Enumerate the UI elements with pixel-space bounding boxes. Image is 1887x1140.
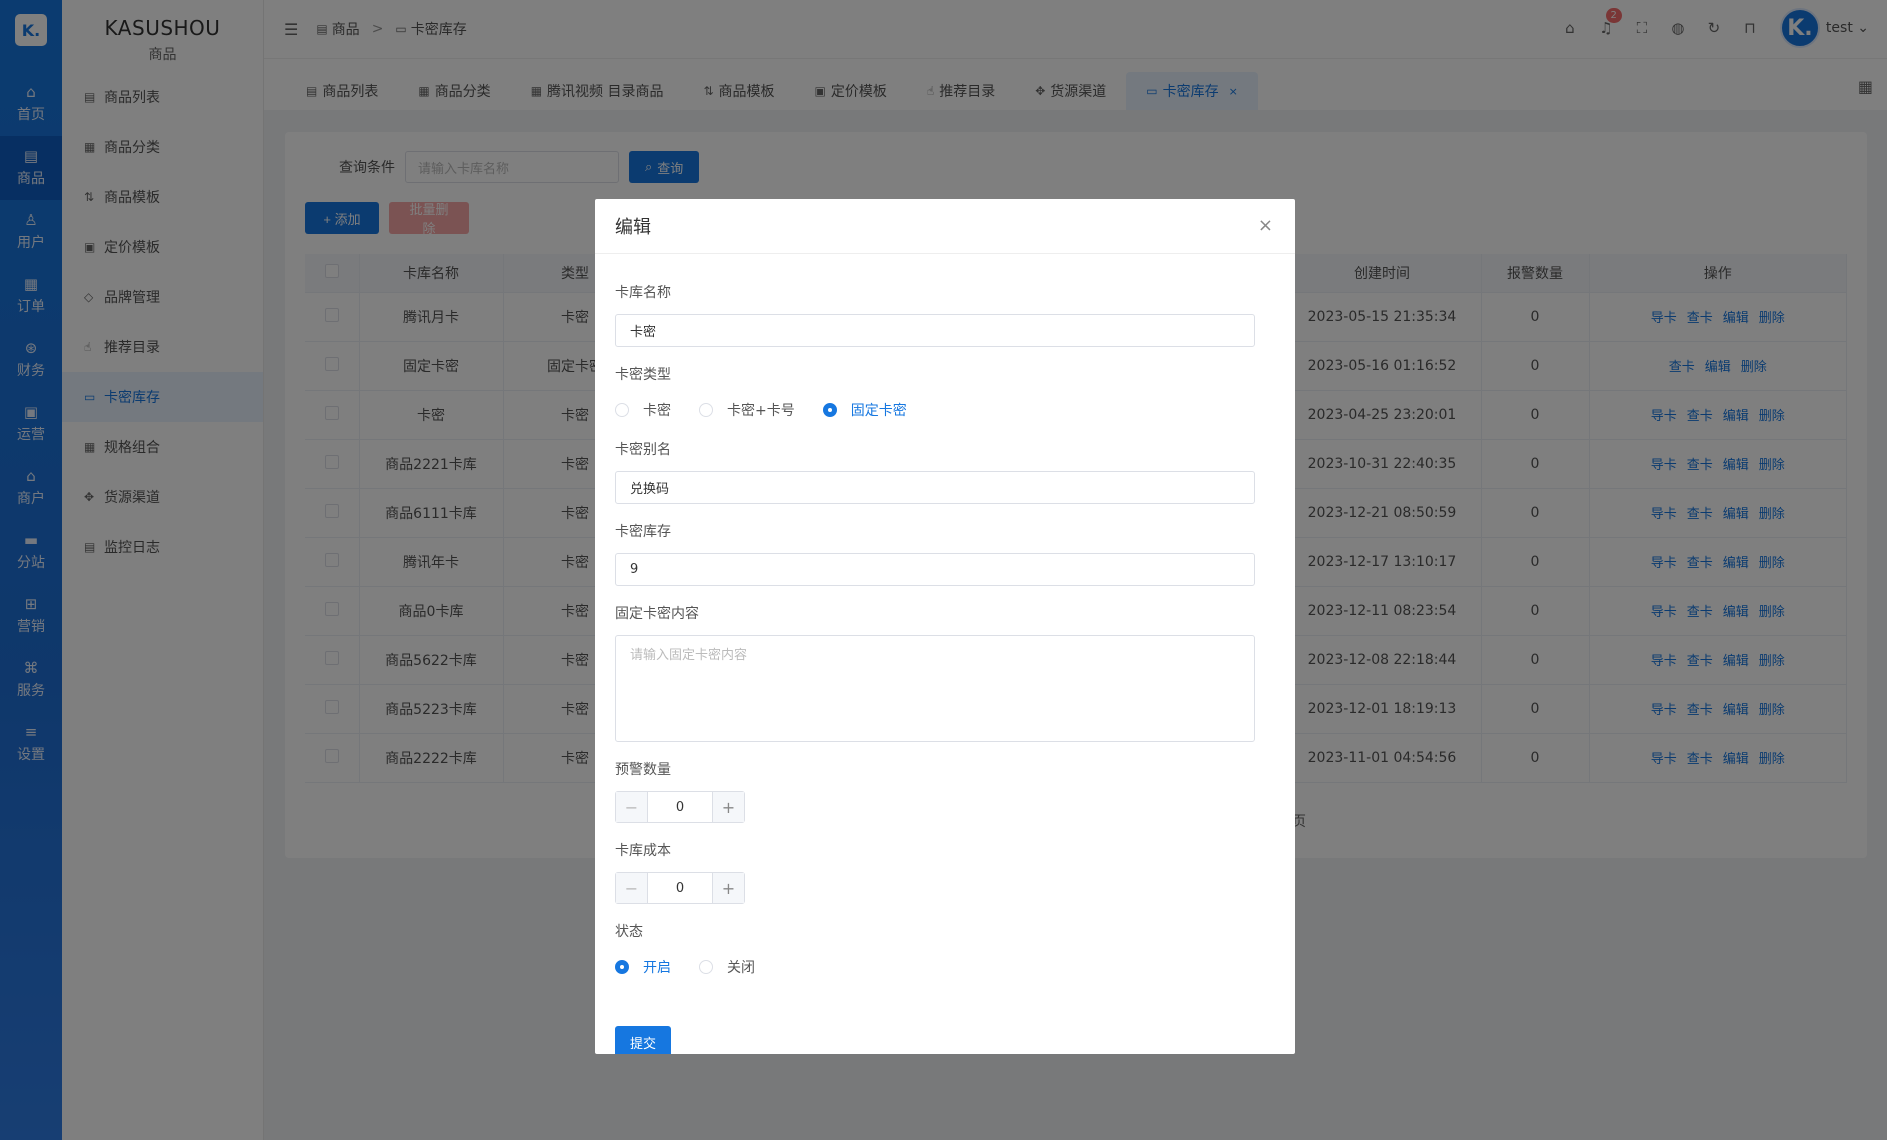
- close-icon[interactable]: ×: [1258, 215, 1273, 236]
- cost-increment-button[interactable]: +: [712, 873, 744, 903]
- dialog-header: 编辑 ×: [595, 199, 1295, 254]
- type-radio-1[interactable]: 卡密+卡号: [699, 400, 795, 420]
- alias-field[interactable]: 兑换码: [615, 471, 1255, 504]
- alert-label: 预警数量: [615, 762, 671, 778]
- edit-form: 卡库名称 卡密 卡密类型 卡密 卡密+卡号 固定卡密 卡密别名 兑换码 卡密库存 9…: [595, 254, 1295, 979]
- stock-label: 卡密库存: [615, 524, 671, 540]
- type-label: 卡密类型: [615, 367, 671, 383]
- alert-decrement-button[interactable]: −: [616, 792, 648, 822]
- radio-dot[interactable]: [615, 960, 629, 974]
- type-radio-label: 卡密: [643, 403, 671, 419]
- type-radio-2[interactable]: 固定卡密: [822, 400, 907, 420]
- radio-dot[interactable]: [615, 403, 629, 417]
- type-radio-label: 固定卡密: [850, 403, 907, 419]
- cost-stepper: − 0 +: [615, 872, 745, 904]
- alert-increment-button[interactable]: +: [712, 792, 744, 822]
- content-label: 固定卡密内容: [615, 606, 699, 622]
- status-radio-label: 关闭: [727, 960, 755, 976]
- type-radio-0[interactable]: 卡密: [615, 400, 671, 420]
- name-field[interactable]: 卡密: [615, 314, 1255, 347]
- submit-button[interactable]: 提交: [615, 1026, 671, 1054]
- radio-dot[interactable]: [699, 403, 713, 417]
- content-textarea[interactable]: 请输入固定卡密内容: [615, 635, 1255, 742]
- status-radio-0[interactable]: 开启: [615, 957, 671, 977]
- status-label: 状态: [615, 924, 643, 940]
- radio-dot[interactable]: [699, 960, 713, 974]
- name-label: 卡库名称: [615, 285, 671, 301]
- stock-field[interactable]: 9: [615, 553, 1255, 586]
- status-radio-1[interactable]: 关闭: [699, 957, 755, 977]
- cost-value[interactable]: 0: [648, 873, 712, 903]
- cost-decrement-button[interactable]: −: [616, 873, 648, 903]
- status-radio-group: 开启 关闭: [615, 955, 1255, 979]
- dialog-title: 编辑: [615, 217, 651, 238]
- type-radio-group: 卡密 卡密+卡号 固定卡密: [615, 398, 1255, 422]
- cost-label: 卡库成本: [615, 843, 671, 859]
- edit-dialog: 编辑 × 卡库名称 卡密 卡密类型 卡密 卡密+卡号 固定卡密 卡密别名 兑换码 卡…: [595, 199, 1295, 1054]
- status-radio-label: 开启: [643, 960, 671, 976]
- alert-stepper: − 0 +: [615, 791, 745, 823]
- alias-label: 卡密别名: [615, 442, 671, 458]
- type-radio-label: 卡密+卡号: [727, 403, 795, 419]
- alert-value[interactable]: 0: [648, 792, 712, 822]
- radio-dot[interactable]: [822, 403, 837, 417]
